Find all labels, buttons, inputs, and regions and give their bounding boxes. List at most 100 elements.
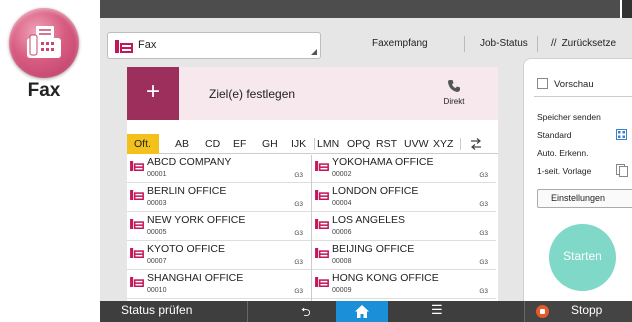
entry-name: YOKOHAMA OFFICE	[332, 156, 434, 168]
address-index-row: Oft. AB CD EF GH IJK LMN OPQ RST UVW XYZ	[127, 134, 498, 154]
index-tab[interactable]: CD	[205, 134, 220, 154]
entry-name: HONG KONG OFFICE	[332, 272, 439, 284]
bottom-bar: Status prüfen ⮌ ☰ Stopp	[100, 301, 632, 322]
fax-destination-icon	[130, 187, 144, 205]
direct-entry-label: Direkt	[443, 97, 465, 106]
entry-line-type: G3	[479, 172, 488, 179]
address-entry[interactable]: ABCD COMPANY 00001 G3	[127, 155, 311, 183]
faxempfang-button[interactable]: Faxempfang	[372, 34, 428, 54]
check-status-button[interactable]: Status prüfen	[121, 303, 192, 317]
entry-number: 00001	[147, 171, 167, 178]
preview-label: Vorschau	[554, 79, 594, 90]
address-entry[interactable]: LOS ANGELES 00006 G3	[312, 213, 496, 241]
main-panel: Fax Faxempfang Job-Status //Zurücksetze …	[100, 0, 632, 322]
start-button-label: Starten	[563, 249, 602, 263]
density-setting[interactable]: Auto. Erkenn.	[537, 148, 589, 158]
entry-line-type: G3	[479, 259, 488, 266]
address-list: ABCD COMPANY 00001 G3 YOKOHAMA OFFICE 00002 G…	[127, 155, 498, 301]
entry-line-type: G3	[479, 288, 488, 295]
index-tab[interactable]: XYZ	[433, 134, 453, 154]
index-tab[interactable]: OPQ	[347, 134, 370, 154]
entry-name: NEW YORK OFFICE	[147, 214, 246, 226]
mode-select[interactable]: Fax	[107, 32, 321, 59]
address-entry[interactable]: NEW YORK OFFICE 00005 G3	[127, 213, 311, 241]
page-icon	[616, 164, 628, 177]
index-divider	[460, 138, 461, 150]
phone-icon	[448, 80, 460, 92]
settings-divider	[534, 96, 632, 97]
index-tab[interactable]: RST	[376, 134, 397, 154]
resolution-icon	[616, 129, 627, 140]
address-entry[interactable]: YOKOHAMA OFFICE 00002 G3	[312, 155, 496, 183]
job-status-button[interactable]: Job-Status	[480, 34, 528, 54]
back-icon[interactable]: ⮌	[301, 303, 311, 322]
index-tab[interactable]: Oft.	[127, 134, 159, 154]
fax-destination-icon	[130, 245, 144, 263]
fax-destination-icon	[315, 216, 329, 234]
fax-machine-icon	[27, 26, 61, 58]
entry-number: 00004	[332, 200, 352, 207]
app-badge: Fax	[0, 0, 100, 322]
menu-icon[interactable]: ☰	[431, 302, 443, 318]
entry-number: 00002	[332, 171, 352, 178]
fax-destination-icon	[315, 274, 329, 292]
top-tab[interactable]	[620, 0, 632, 18]
index-tab[interactable]: LMN	[317, 134, 339, 154]
reset-icon: //	[551, 38, 557, 49]
fax-mode-icon	[115, 40, 133, 53]
entry-line-type: G3	[294, 230, 303, 237]
index-tab[interactable]: UVW	[404, 134, 429, 154]
address-entry[interactable]: LONDON OFFICE 00004 G3	[312, 184, 496, 212]
entry-number: 00005	[147, 229, 167, 236]
settings-button[interactable]: Einstellungen ›	[537, 189, 632, 208]
address-entry[interactable]: BEIJING OFFICE 00008 G3	[312, 242, 496, 270]
entry-name: BEIJING OFFICE	[332, 243, 415, 255]
top-status-strip	[100, 0, 632, 18]
entry-line-type: G3	[294, 201, 303, 208]
home-button[interactable]	[336, 301, 388, 322]
resolution-setting[interactable]: Standard	[537, 130, 572, 140]
stop-button[interactable]: Stopp	[524, 301, 632, 322]
switch-order-icon[interactable]	[469, 138, 483, 150]
fax-destination-icon	[315, 245, 329, 263]
stop-label: Stopp	[571, 303, 603, 317]
stop-icon	[536, 305, 549, 318]
preview-checkbox[interactable]: Vorschau	[537, 78, 594, 90]
index-divider	[314, 138, 315, 150]
address-entry[interactable]: SHANGHAI OFFICE 00010 G3	[127, 271, 311, 299]
direct-entry-button[interactable]: Direkt	[434, 79, 474, 113]
entry-name: ABCD COMPANY	[147, 156, 232, 168]
original-type-setting[interactable]: 1-seit. Vorlage	[537, 166, 591, 176]
index-tab[interactable]: IJK	[291, 134, 306, 154]
entry-number: 00003	[147, 200, 167, 207]
dropdown-corner-icon	[311, 49, 317, 55]
reset-button[interactable]: // Zurücksetze	[551, 34, 616, 54]
entry-name: LOS ANGELES	[332, 214, 405, 226]
memory-send-setting[interactable]: Speicher senden	[537, 112, 601, 122]
destination-panel: + Ziel(e) festlegen Direkt Oft. AB CD EF…	[127, 67, 498, 301]
destination-label[interactable]: Ziel(e) festlegen	[209, 87, 295, 101]
fax-destination-icon	[130, 216, 144, 234]
plus-icon: +	[145, 78, 160, 105]
entry-name: LONDON OFFICE	[332, 185, 419, 197]
fax-app-screen: Fax Fax Faxempfang Job-Status // Zurückse…	[0, 0, 632, 322]
index-tab[interactable]: AB	[175, 134, 189, 154]
start-button[interactable]: Starten	[549, 224, 616, 291]
fax-destination-icon	[130, 158, 144, 176]
fax-destination-icon	[130, 274, 144, 292]
header-divider	[464, 36, 465, 52]
index-tab[interactable]: GH	[262, 134, 278, 154]
entry-name: SHANGHAI OFFICE	[147, 272, 244, 284]
entry-name: BERLIN OFFICE	[147, 185, 227, 197]
address-entry[interactable]: HONG KONG OFFICE 00009 G3	[312, 271, 496, 299]
entry-line-type: G3	[294, 288, 303, 295]
index-tab[interactable]: EF	[233, 134, 246, 154]
entry-number: 00006	[332, 229, 352, 236]
address-entry[interactable]: BERLIN OFFICE 00003 G3	[127, 184, 311, 212]
reset-label: Zurücksetze	[561, 38, 617, 49]
entry-line-type: G3	[294, 172, 303, 179]
fax-destination-icon	[315, 187, 329, 205]
address-entry[interactable]: KYOTO OFFICE 00007 G3	[127, 242, 311, 270]
fax-app-icon[interactable]	[9, 8, 79, 78]
add-destination-button[interactable]: +	[127, 67, 179, 120]
